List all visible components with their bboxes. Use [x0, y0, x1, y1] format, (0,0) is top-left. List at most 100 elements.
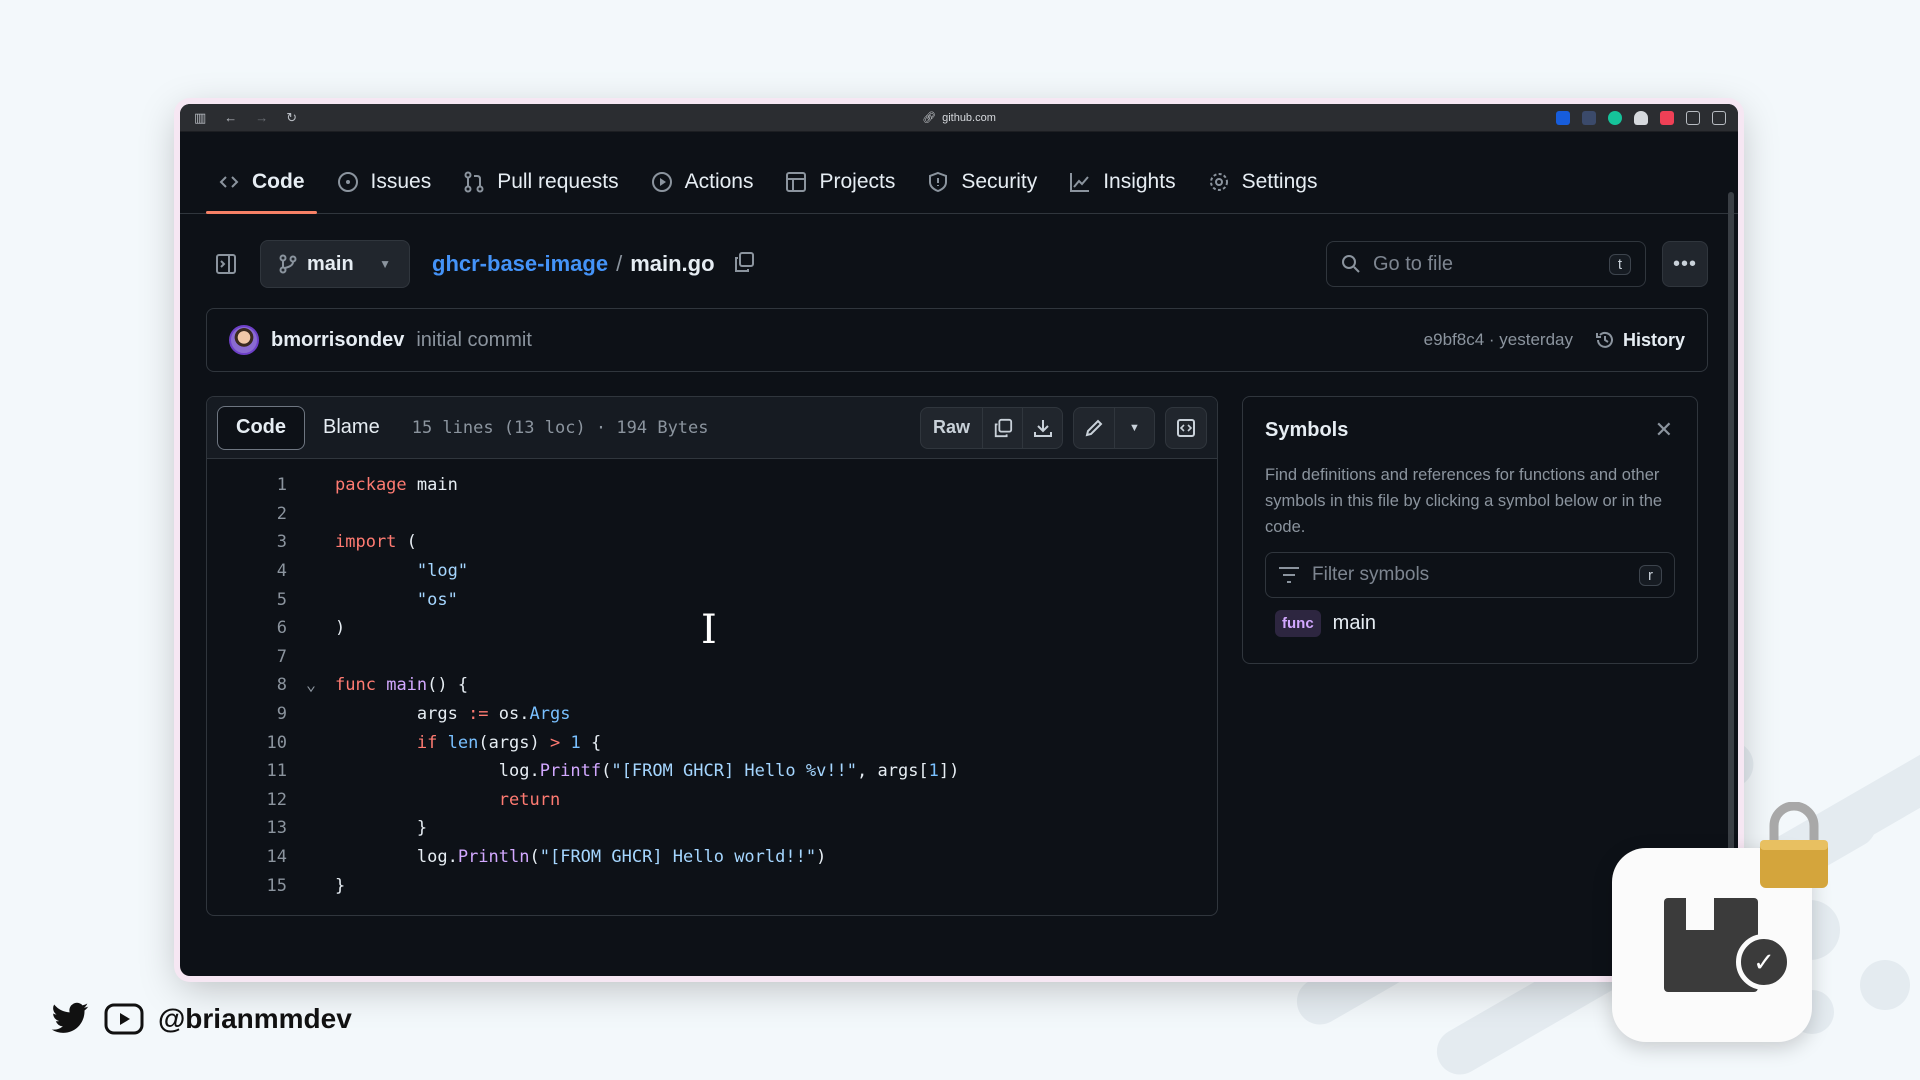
tab-label: Projects	[819, 170, 896, 193]
raw-button[interactable]: Raw	[921, 408, 982, 448]
symbol-kind-badge: func	[1275, 610, 1321, 637]
commit-message[interactable]: initial commit	[416, 329, 532, 352]
tab-actions[interactable]: Actions	[639, 151, 766, 213]
symbols-panel: Symbols ✕ Find definitions and reference…	[1242, 396, 1698, 664]
symbols-toggle	[1165, 406, 1207, 449]
breadcrumb-repo-link[interactable]: ghcr-base-image	[432, 251, 608, 277]
history-icon	[1595, 331, 1613, 348]
code-line: 1 package main	[276, 475, 458, 496]
latest-commit-bar: bmorrisondev initial commit e9bf8c4 · ye…	[206, 308, 1708, 372]
commit-author[interactable]: bmorrisondev	[271, 329, 404, 352]
extension-bitwarden-icon[interactable]	[1556, 110, 1570, 125]
tab-label: Settings	[1241, 170, 1318, 193]
play-circle-icon	[651, 171, 673, 193]
blame-view-button[interactable]: Blame	[305, 406, 398, 450]
youtube-icon	[104, 1003, 144, 1035]
sidebar-toggle-icon[interactable]: ▥	[194, 110, 206, 126]
download-button[interactable]	[1022, 407, 1062, 448]
symbol-item[interactable]: func main	[1265, 610, 1675, 637]
edit-dropdown-button[interactable]: ▼	[1114, 407, 1154, 448]
code-line: 4 "log"	[276, 561, 469, 582]
tab-label: Actions	[684, 170, 754, 193]
code-view-button[interactable]: Code	[217, 405, 305, 450]
view-toggle: Code Blame	[217, 405, 398, 450]
code-square-icon	[1177, 418, 1195, 437]
code-line: 14 log.Println("[FROM GHCR] Hello world!…	[266, 847, 827, 868]
reload-icon[interactable]: ↻	[286, 110, 297, 126]
code-line: 11 log.Printf("[FROM GHCR] Hello %v!!", …	[266, 761, 960, 782]
breadcrumb: ghcr-base-image / main.go	[432, 251, 715, 277]
more-options-button[interactable]: •••	[1662, 241, 1708, 287]
copy-icon	[734, 251, 754, 272]
tab-settings[interactable]: Settings	[1196, 151, 1330, 213]
extension-icon[interactable]	[1582, 110, 1596, 125]
social-handle: @brianmmdev	[50, 1002, 352, 1036]
tab-label: Code	[252, 170, 305, 193]
extension-grammarly-icon[interactable]	[1608, 110, 1622, 125]
extension-cloud-icon[interactable]	[1634, 110, 1648, 125]
symbols-panel-button[interactable]	[1166, 408, 1206, 448]
go-to-file-placeholder: Go to file	[1373, 252, 1454, 275]
shield-icon	[927, 171, 949, 193]
twitter-icon	[51, 1002, 89, 1033]
twitter-handle: @brianmmdev	[158, 1003, 352, 1034]
file-header: main ▼ ghcr-base-image / main.go Go to f…	[206, 238, 1708, 290]
branch-selector[interactable]: main ▼	[260, 240, 410, 288]
reader-icon[interactable]	[1686, 110, 1700, 125]
kebab-horizontal-icon: •••	[1672, 252, 1697, 275]
table-icon	[785, 171, 807, 193]
filter-symbols-input[interactable]: Filter symbols r	[1265, 552, 1675, 598]
file-tree-toggle[interactable]	[206, 244, 246, 284]
file-info: 15 lines (13 loc) · 194 Bytes	[411, 417, 709, 438]
symbols-title: Symbols	[1265, 419, 1349, 441]
copy-path-button[interactable]	[733, 251, 755, 278]
tab-code[interactable]: Code	[206, 151, 317, 214]
tab-insights[interactable]: Insights	[1057, 151, 1187, 213]
caret-down-icon: ▼	[1129, 421, 1140, 434]
avatar[interactable]	[229, 325, 259, 355]
fold-chevron-icon[interactable]: ⌄	[287, 675, 335, 695]
download-icon	[1033, 419, 1052, 437]
extension-pocket-icon[interactable]	[1660, 110, 1674, 125]
raw-actions: Raw	[919, 406, 1063, 449]
scrollbar[interactable]	[1728, 192, 1734, 852]
filter-placeholder: Filter symbols	[1312, 564, 1430, 585]
copy-raw-button[interactable]	[982, 407, 1022, 448]
pull-request-icon	[463, 171, 485, 193]
search-icon	[1342, 255, 1360, 273]
sidebar-right-icon[interactable]	[1712, 110, 1726, 125]
tab-pull-requests[interactable]: Pull requests	[451, 151, 630, 213]
graph-icon	[1069, 171, 1091, 193]
breadcrumb-file: main.go	[630, 251, 715, 276]
text-cursor-icon: I	[701, 607, 717, 653]
forward-icon[interactable]: →	[255, 110, 268, 125]
go-to-file-input[interactable]: Go to file t	[1326, 241, 1646, 287]
commit-meta[interactable]: e9bf8c4 · yesterday	[1424, 330, 1573, 350]
tab-security[interactable]: Security	[915, 151, 1049, 213]
history-label: History	[1622, 329, 1685, 350]
tab-projects[interactable]: Projects	[773, 151, 907, 213]
browser-toolbar: ▥ ← → ↻ 🔗︎ github.com	[180, 104, 1738, 132]
symbol-name: main	[1332, 612, 1377, 634]
code-line: 13 }	[266, 818, 428, 839]
filter-icon	[1279, 567, 1299, 583]
edit-button[interactable]	[1074, 408, 1114, 448]
code-toolbar: Code Blame 15 lines (13 loc) · 194 Bytes…	[207, 397, 1217, 459]
code-line: 10 if len(args) > 1 {	[266, 732, 602, 753]
branch-name: main	[307, 252, 354, 275]
code-line: 3 import (	[276, 532, 417, 553]
copy-icon	[994, 418, 1012, 437]
close-icon[interactable]: ✕	[1655, 417, 1673, 443]
code-line: 2	[276, 503, 287, 524]
address-bar[interactable]: 🔗︎ github.com	[922, 111, 996, 125]
tab-label: Insights	[1103, 170, 1176, 193]
code-lines[interactable]: 1 package main 2 3 import ( 4 "log" 5 "os"…	[207, 459, 1217, 900]
back-icon[interactable]: ←	[224, 110, 237, 125]
shortcut-key: t	[1608, 253, 1631, 275]
url-text: github.com	[942, 111, 996, 124]
symbols-description: Find definitions and references for func…	[1265, 466, 1663, 536]
tab-issues[interactable]: Issues	[325, 151, 444, 213]
tab-label: Issues	[370, 170, 432, 193]
tab-label: Security	[961, 170, 1038, 193]
history-button[interactable]: History	[1595, 330, 1685, 351]
